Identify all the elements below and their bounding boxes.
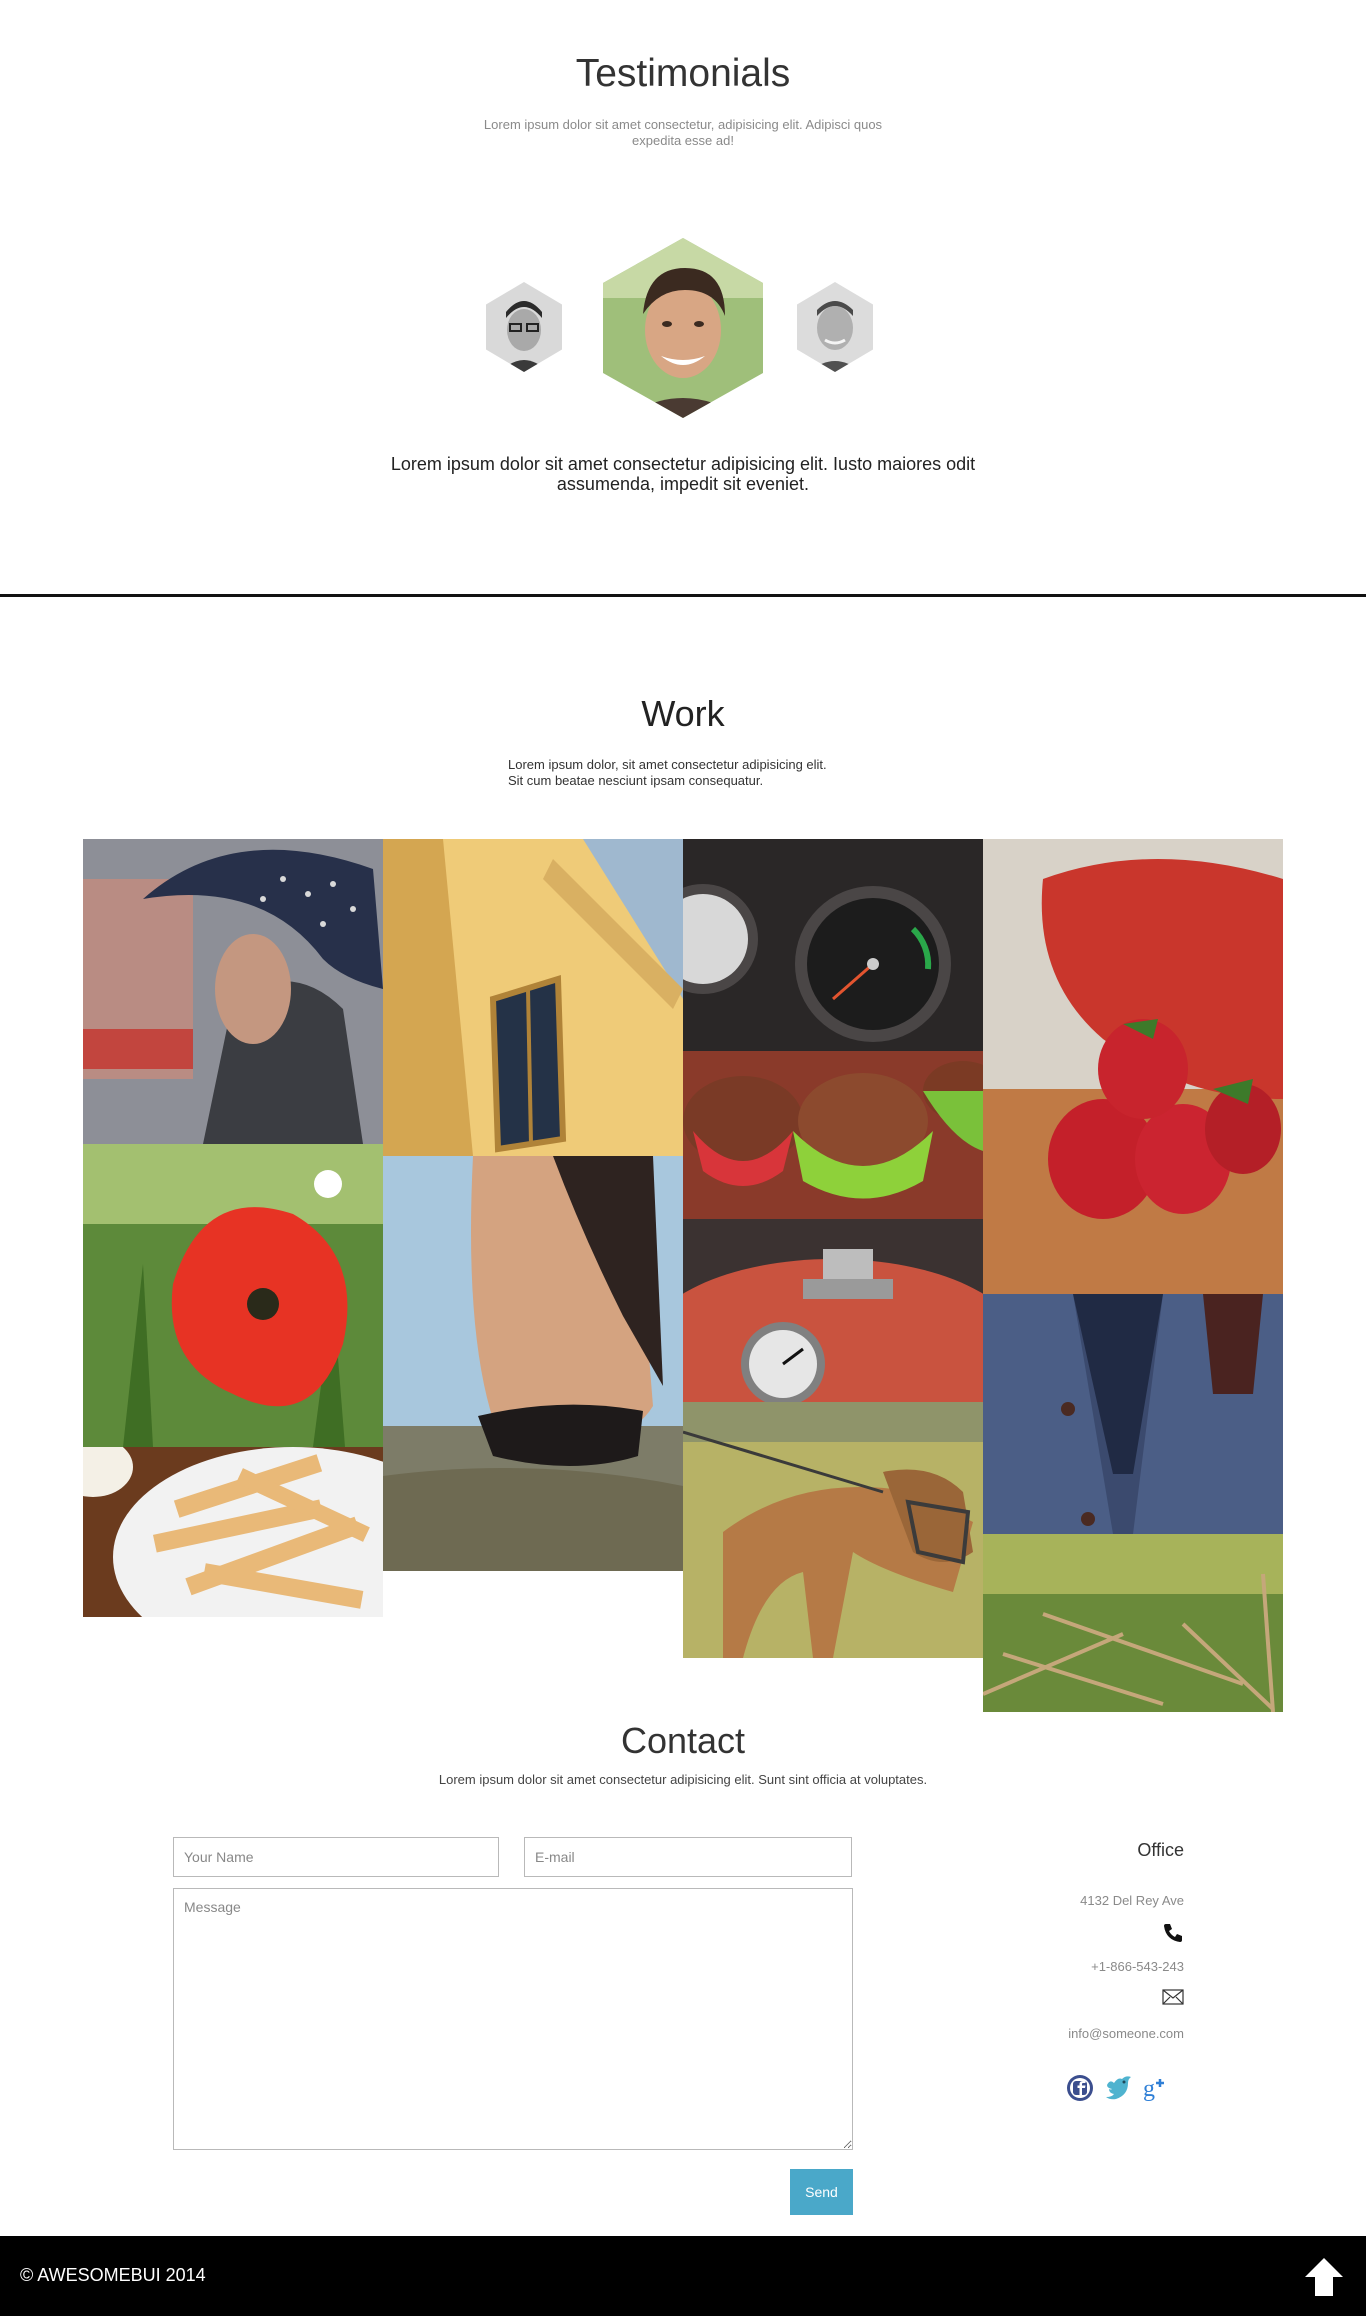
office-title: Office <box>1137 1840 1184 1860</box>
work-title: Work <box>641 693 725 734</box>
office-address: 4132 Del Rey Ave <box>1080 1893 1184 1908</box>
send-button[interactable]: Send <box>790 2169 853 2215</box>
phone-icon <box>1162 1922 1184 1944</box>
work-subtitle-line-2: Sit cum beatae nesciunt ipsam consequatu… <box>508 773 764 788</box>
testimonial-avatar-active[interactable] <box>603 238 763 418</box>
gallery-image-fries[interactable] <box>83 1447 383 1617</box>
testimonials-section: Testimonials Lorem ipsum dolor sit amet … <box>0 0 1366 594</box>
gallery-image-jacket[interactable] <box>983 1294 1283 1534</box>
gallery-image-hat-woman[interactable] <box>83 839 383 1144</box>
google-plus-icon[interactable]: g <box>1141 2071 1171 2103</box>
section-divider <box>0 594 1366 597</box>
testimonial-avatar-left[interactable] <box>486 282 562 372</box>
mail-icon <box>1162 1989 1184 2005</box>
testimonials-title: Testimonials <box>575 52 791 95</box>
gallery-image-building[interactable] <box>383 839 683 1156</box>
work-subtitle: Lorem ipsum dolor, sit amet consectetur … <box>508 757 908 789</box>
contact-title: Contact <box>620 1720 746 1761</box>
footer: © AWESOMEBUI 2014 <box>0 2236 1366 2316</box>
testimonial-quote: Lorem ipsum dolor sit amet consectetur a… <box>390 454 976 494</box>
gallery-image-swimmer[interactable] <box>383 1156 683 1571</box>
office-email: info@someone.com <box>1068 2026 1184 2041</box>
message-input[interactable] <box>173 1888 853 2150</box>
gallery-image-moss[interactable] <box>983 1534 1283 1712</box>
work-subtitle-line-1: Lorem ipsum dolor, sit amet consectetur … <box>508 757 827 772</box>
contact-subtitle: Lorem ipsum dolor sit amet consectetur a… <box>438 1772 928 1787</box>
twitter-icon[interactable] <box>1104 2071 1134 2103</box>
footer-copyright: © AWESOMEBUI 2014 <box>20 2265 206 2285</box>
facebook-icon[interactable] <box>1065 2071 1095 2103</box>
gallery-image-motorcycle-tank[interactable] <box>683 1219 983 1402</box>
gallery-image-dog[interactable] <box>683 1402 983 1658</box>
name-input[interactable] <box>173 1837 499 1877</box>
gallery-image-gauges[interactable] <box>683 839 983 1051</box>
svg-text:g: g <box>1143 2076 1155 2102</box>
arrow-up-icon[interactable] <box>1302 2255 1346 2299</box>
office-phone: +1-866-543-243 <box>1091 1959 1184 1974</box>
gallery-image-poppy[interactable] <box>83 1144 383 1447</box>
testimonial-avatar-right[interactable] <box>797 282 873 372</box>
gallery-image-strawberries[interactable] <box>983 839 1283 1294</box>
email-input[interactable] <box>524 1837 852 1877</box>
testimonials-subtitle: Lorem ipsum dolor sit amet consectetur, … <box>483 117 883 148</box>
gallery-image-cupcakes[interactable] <box>683 1051 983 1219</box>
